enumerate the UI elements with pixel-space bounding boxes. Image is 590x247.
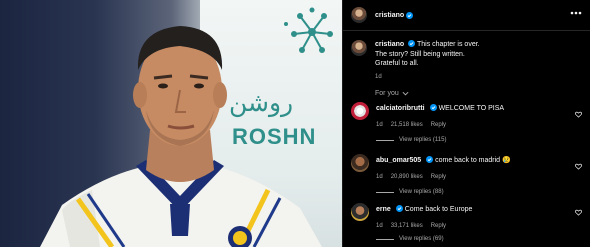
commenter-username[interactable]: erne [376, 206, 391, 213]
instagram-post: روشن ROSHN cristiano cristiano This chap… [0, 0, 590, 247]
comment-reply-button[interactable]: Reply [431, 174, 446, 180]
comment-reply-button[interactable]: Reply [431, 122, 446, 128]
view-replies-button[interactable]: View replies (69) [376, 236, 590, 242]
post-caption: cristiano This chapter is over. The stor… [351, 40, 583, 82]
comment-like-count[interactable]: 33,171 likes [391, 223, 423, 229]
caption-line-3: Grateful to all. [375, 60, 419, 67]
player-figure [40, 26, 322, 247]
replies-divider [376, 238, 394, 240]
verified-badge-icon [408, 40, 416, 47]
heart-icon[interactable] [575, 209, 582, 216]
caption-line-1: This chapter is over. [416, 41, 480, 48]
view-replies-label: View replies (88) [399, 189, 444, 195]
verified-badge-icon [426, 156, 434, 163]
commenter-avatar[interactable] [351, 203, 369, 221]
post-side-panel: cristiano cristiano This chapter is over… [342, 0, 590, 247]
comment-text-row: calciatoribrutti WELCOME TO PISA [376, 104, 504, 120]
comment-text-row: erne Come back to Europe [376, 205, 472, 221]
replies-divider [376, 139, 394, 141]
heart-icon[interactable] [575, 163, 582, 170]
verified-badge-icon [395, 205, 403, 212]
post-photo[interactable]: روشن ROSHN [0, 0, 342, 247]
comment-text-row: abu_omar505 come back to madrid 😢 [376, 156, 511, 172]
comment-meta: 1d 21,518 likes Reply [376, 122, 590, 128]
caption-author-username[interactable]: cristiano [375, 41, 404, 48]
comment-sort-dropdown[interactable]: For you [375, 90, 409, 97]
author-username[interactable]: cristiano [375, 12, 404, 19]
commenter-username[interactable]: abu_omar505 [376, 157, 421, 164]
comment-like-count[interactable]: 21,518 likes [391, 122, 423, 128]
comment-item: calciatoribrutti WELCOME TO PISA 1d 21,5… [351, 102, 590, 143]
commenter-username[interactable]: calciatoribrutti [376, 105, 425, 112]
comment-timestamp[interactable]: 1d [376, 223, 383, 229]
heart-icon[interactable] [575, 111, 582, 118]
commenter-avatar[interactable] [351, 102, 369, 120]
comment-timestamp[interactable]: 1d [376, 122, 383, 128]
comment-item: erne Come back to Europe 1d 33,171 likes… [351, 203, 590, 242]
view-replies-label: View replies (115) [399, 137, 447, 143]
post-header: cristiano [343, 0, 590, 31]
comment-meta: 1d 20,890 likes Reply [376, 174, 590, 180]
view-replies-button[interactable]: View replies (115) [376, 137, 590, 143]
comment-sort-label: For you [375, 90, 399, 97]
chevron-down-icon [402, 91, 409, 96]
view-replies-label: View replies (69) [399, 236, 444, 242]
verified-badge-icon [429, 104, 437, 111]
caption-line-2: The story? Still being written. [375, 50, 465, 58]
replies-divider [376, 191, 394, 193]
caption-body: cristiano This chapter is over. The stor… [375, 40, 480, 82]
comment-like-count[interactable]: 20,890 likes [391, 174, 423, 180]
caption-timestamp[interactable]: 1d [375, 73, 480, 83]
comment-item: abu_omar505 come back to madrid 😢 1d 20,… [351, 154, 590, 195]
comment-timestamp[interactable]: 1d [376, 174, 383, 180]
comment-meta: 1d 33,171 likes Reply [376, 223, 590, 229]
comment-body: Come back to Europe [404, 206, 473, 213]
more-options-icon[interactable] [570, 10, 582, 16]
commenter-avatar[interactable] [351, 154, 369, 172]
view-replies-button[interactable]: View replies (88) [376, 189, 590, 195]
caption-author-avatar[interactable] [351, 40, 367, 56]
comment-reply-button[interactable]: Reply [431, 223, 446, 229]
comment-body: WELCOME TO PISA [438, 105, 505, 112]
comment-body: come back to madrid 😢 [435, 157, 511, 164]
verified-badge-icon [406, 11, 414, 19]
author-avatar[interactable] [351, 7, 367, 23]
